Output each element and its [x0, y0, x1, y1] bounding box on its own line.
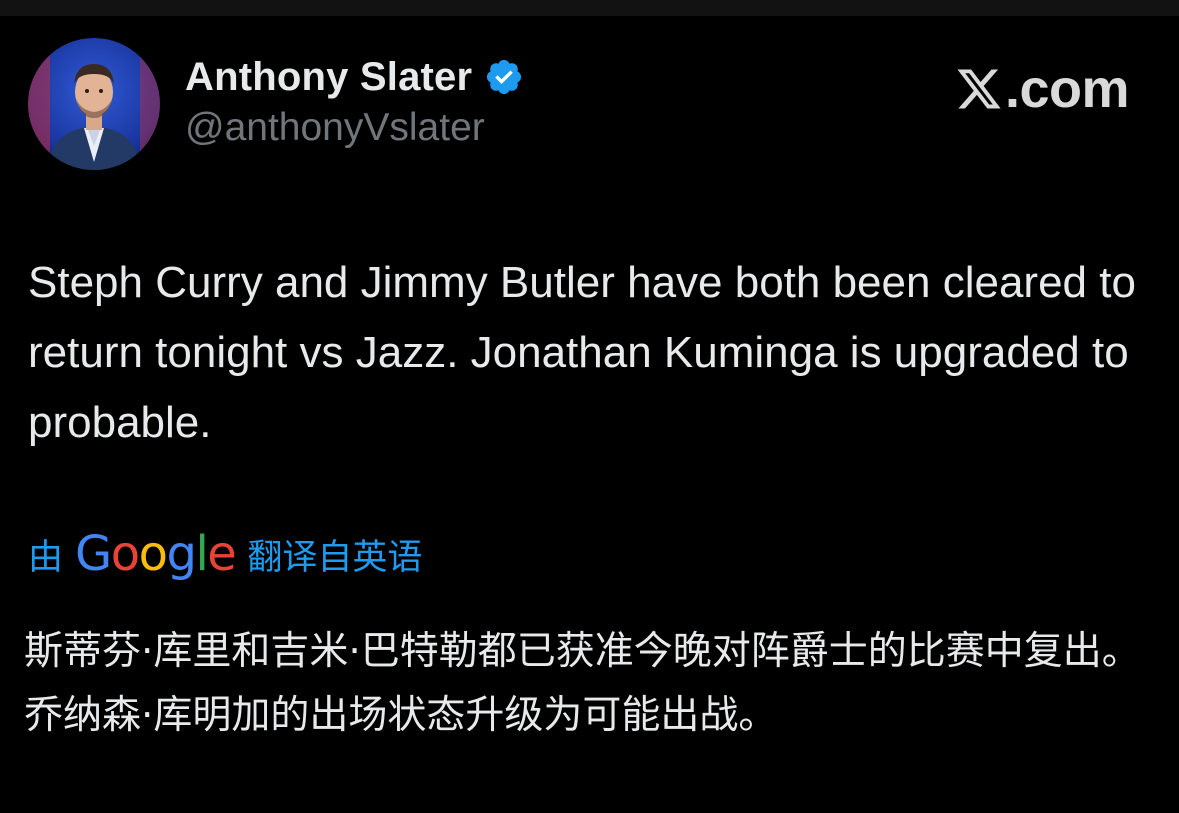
by-label: 由 — [28, 537, 64, 578]
translated-tweet-text: 斯蒂芬·库里和吉米·巴特勒都已获准今晚对阵爵士的比赛中复出。乔纳森·库明加的出场… — [24, 629, 1141, 738]
tweet-text: Steph Curry and Jimmy Butler have both b… — [28, 258, 1136, 447]
author-name[interactable]: Anthony Slater — [185, 55, 472, 100]
translated-from-label: 翻译自英语 — [247, 537, 423, 578]
author-name-row: Anthony Slater — [185, 52, 524, 102]
avatar-photo — [28, 38, 160, 170]
top-strip — [0, 0, 1179, 16]
google-letter: o — [110, 526, 140, 582]
translation-attribution[interactable]: 由 Google 翻译自英语 — [28, 526, 422, 582]
google-letter: g — [166, 526, 196, 582]
brand-watermark: .com — [955, 58, 1130, 120]
google-letter: G — [75, 526, 112, 582]
brand-domain: .com — [1004, 59, 1130, 119]
verified-badge-icon — [484, 57, 524, 97]
google-letter: e — [207, 526, 237, 582]
x-logo-icon — [955, 65, 1003, 113]
google-letter: l — [195, 526, 208, 582]
google-logo: Google — [75, 526, 237, 582]
google-letter: o — [138, 526, 168, 582]
avatar[interactable] — [28, 38, 160, 170]
author-handle[interactable]: @anthonyVslater — [185, 106, 485, 150]
